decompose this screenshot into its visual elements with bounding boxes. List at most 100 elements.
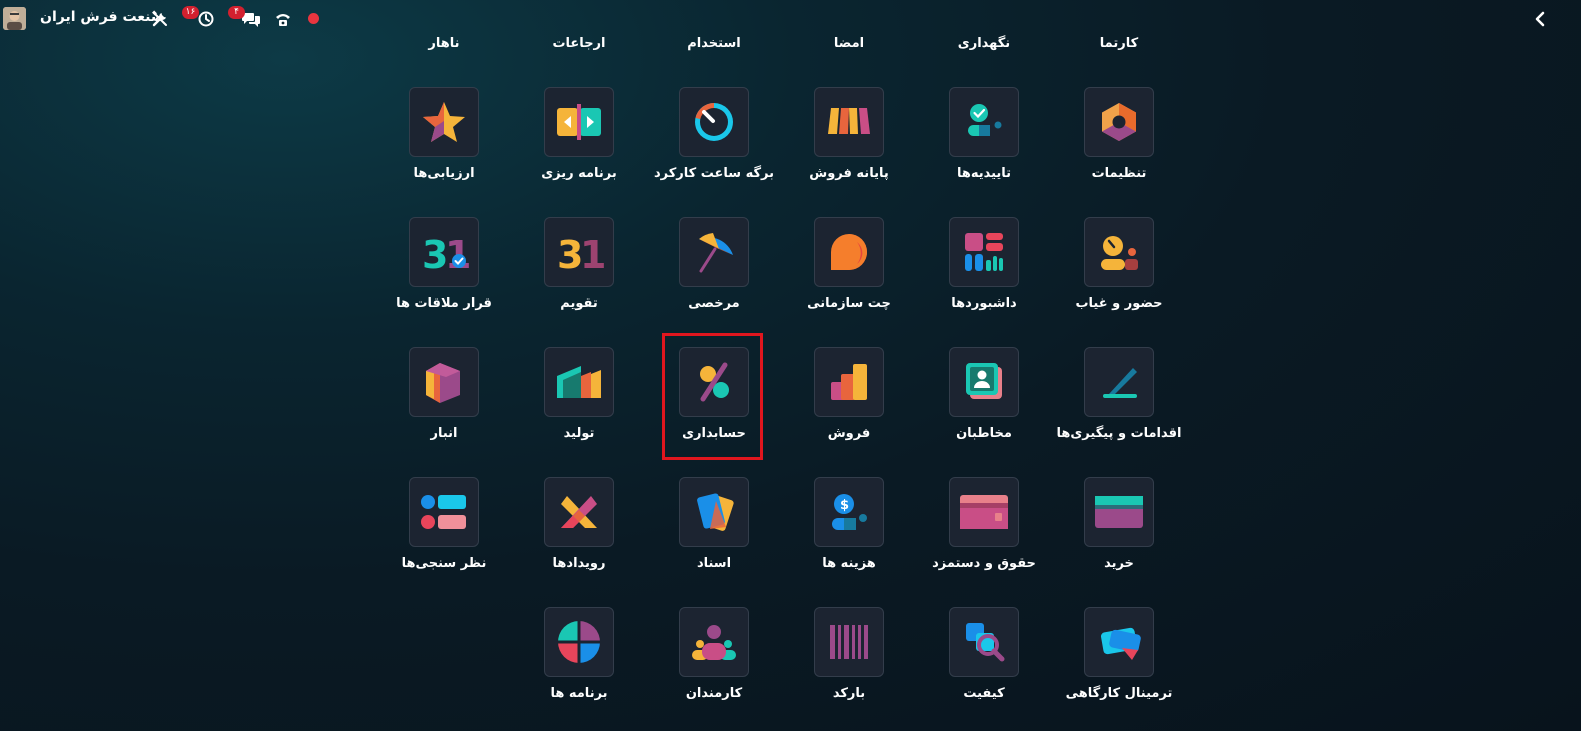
quality-icon[interactable] (949, 607, 1019, 677)
app-label: تقویم (560, 296, 598, 311)
barcode-icon[interactable] (814, 607, 884, 677)
app-manufacturing[interactable]: تولید (512, 347, 646, 457)
app-label: مخاطبان (956, 426, 1012, 441)
app-label: هزینه ها (822, 556, 876, 571)
time-off-icon[interactable] (679, 217, 749, 287)
manufacturing-icon[interactable] (544, 347, 614, 417)
app-label: برنامه ها (550, 686, 608, 701)
user-avatar[interactable] (3, 7, 26, 30)
tools-icon[interactable] (150, 9, 170, 29)
purchase-icon[interactable] (1084, 477, 1154, 547)
inventory-icon[interactable] (409, 347, 479, 417)
app-surveys[interactable]: نظر سنجی‌ها (377, 477, 511, 587)
accounting-highlight (662, 333, 763, 460)
app-label: حضور و غیاب (1075, 296, 1163, 311)
expenses-icon[interactable]: $ (814, 477, 884, 547)
app-label: پایانه فروش (809, 166, 889, 181)
app-appraisals[interactable]: ارزیابی‌ها (377, 87, 511, 197)
app-label: تولید (563, 426, 595, 441)
app-inventory[interactable]: انبار (377, 347, 511, 457)
approvals-icon[interactable] (949, 87, 1019, 157)
planning-icon[interactable] (544, 87, 614, 157)
app-documents[interactable]: اسناد (647, 477, 781, 587)
appointments-icon[interactable]: 3 1 (409, 217, 479, 287)
app-label: برگه ساعت کارکرد (653, 166, 774, 181)
app-apps[interactable]: برنامه ها (512, 607, 646, 717)
app-timesheets[interactable]: برگه ساعت کارکرد (647, 87, 781, 197)
calendar-icon[interactable]: 3 1 (544, 217, 614, 287)
app-label: تنظیمات (1091, 166, 1147, 181)
svg-text:1: 1 (580, 233, 604, 274)
settings-icon[interactable] (1084, 87, 1154, 157)
svg-text:$: $ (840, 498, 849, 513)
documents-icon[interactable] (679, 477, 749, 547)
app-label: حقوق و دستمزد (932, 556, 1036, 571)
app-label-partial[interactable]: استخدام (647, 36, 781, 51)
app-contacts[interactable]: مخاطبان (917, 347, 1051, 457)
app-label: فروش (827, 426, 871, 441)
activity-clock-icon[interactable] (196, 9, 216, 29)
app-label-partial[interactable]: امضا (782, 36, 916, 51)
app-barcode[interactable]: بارکد (782, 607, 916, 717)
app-label: برنامه ریزی (541, 166, 617, 181)
recording-dot-icon[interactable] (308, 13, 319, 24)
app-label: کارمندان (685, 686, 743, 701)
app-label-partial[interactable]: ناهار (377, 36, 511, 51)
shop-floor-icon[interactable] (1084, 607, 1154, 677)
apps-icon[interactable] (544, 607, 614, 677)
app-time-off[interactable]: مرخصی (647, 217, 781, 327)
app-expenses[interactable]: $ هزینه ها (782, 477, 916, 587)
phone-icon[interactable] (273, 9, 293, 29)
app-label: ترمینال کارگاهی (1065, 686, 1173, 701)
attendances-icon[interactable] (1084, 217, 1154, 287)
app-dashboards[interactable]: داشبوردها (917, 217, 1051, 327)
app-label: انبار (430, 426, 458, 441)
app-label: کیفیت (963, 686, 1005, 701)
app-label: خرید (1104, 556, 1134, 571)
back-chevron-icon[interactable] (1530, 9, 1550, 29)
app-calendar[interactable]: 3 1 تقویم (512, 217, 646, 327)
app-label-partial[interactable]: نگهداری (917, 36, 1051, 51)
activity-badge: ۱۶ (182, 6, 199, 19)
app-label-partial[interactable]: ارجاعات (512, 36, 646, 51)
sales-icon[interactable] (814, 347, 884, 417)
messages-badge: ۴ (228, 6, 245, 19)
to-do-icon[interactable] (1084, 347, 1154, 417)
app-label-partial[interactable]: کارتما (1052, 36, 1186, 51)
app-settings[interactable]: تنظیمات (1052, 87, 1186, 197)
app-quality[interactable]: کیفیت (917, 607, 1051, 717)
app-appointments[interactable]: 3 1 قرار ملاقات ها (377, 217, 511, 327)
app-events[interactable]: رویدادها (512, 477, 646, 587)
appraisals-icon[interactable] (409, 87, 479, 157)
app-shop-floor[interactable]: ترمینال کارگاهی (1052, 607, 1186, 717)
app-payroll[interactable]: حقوق و دستمزد (917, 477, 1051, 587)
company-switcher[interactable]: صنعت فرش ایران (40, 9, 164, 25)
timesheets-icon[interactable] (679, 87, 749, 157)
payroll-icon[interactable] (949, 477, 1019, 547)
app-planning[interactable]: برنامه ریزی (512, 87, 646, 197)
app-label: داشبوردها (951, 296, 1017, 311)
contacts-icon[interactable] (949, 347, 1019, 417)
app-label: ارزیابی‌ها (413, 166, 475, 181)
app-label: چت سازمانی (807, 296, 891, 311)
app-point-of-sale[interactable]: پایانه فروش (782, 87, 916, 197)
app-label: تاییدیه‌ها (956, 166, 1012, 181)
app-approvals[interactable]: تاییدیه‌ها (917, 87, 1051, 197)
app-label: بارکد (832, 686, 866, 701)
events-icon[interactable] (544, 477, 614, 547)
employees-icon[interactable] (679, 607, 749, 677)
app-label: مرخصی (688, 296, 740, 311)
app-sales[interactable]: فروش (782, 347, 916, 457)
app-to-do[interactable]: اقدامات و پیگیری‌ها (1052, 347, 1186, 457)
app-discuss[interactable]: چت سازمانی (782, 217, 916, 327)
app-attendances[interactable]: حضور و غیاب (1052, 217, 1186, 327)
app-label: نظر سنجی‌ها (401, 556, 487, 571)
svg-text:1: 1 (445, 233, 469, 274)
surveys-icon[interactable] (409, 477, 479, 547)
dashboards-icon[interactable] (949, 217, 1019, 287)
app-employees[interactable]: کارمندان (647, 607, 781, 717)
app-label: رویدادها (552, 556, 606, 571)
discuss-icon[interactable] (814, 217, 884, 287)
point-of-sale-icon[interactable] (814, 87, 884, 157)
app-purchase[interactable]: خرید (1052, 477, 1186, 587)
